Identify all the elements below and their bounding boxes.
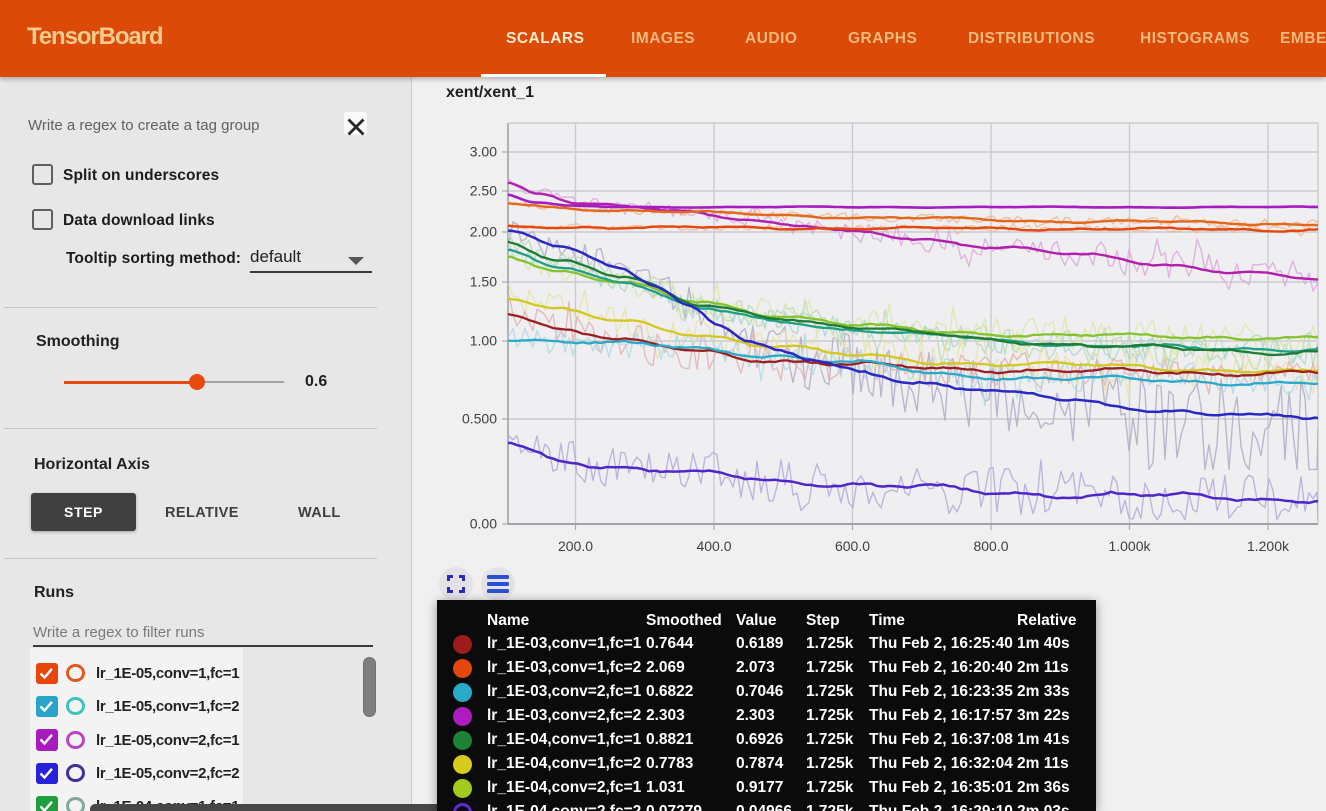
svg-text:2.00: 2.00 bbox=[470, 224, 497, 240]
svg-text:800.0: 800.0 bbox=[973, 538, 1008, 554]
svg-text:600.0: 600.0 bbox=[835, 538, 870, 554]
svg-text:400.0: 400.0 bbox=[696, 538, 731, 554]
svg-text:0.500: 0.500 bbox=[462, 411, 497, 427]
svg-text:200.0: 200.0 bbox=[558, 538, 593, 554]
svg-text:3.00: 3.00 bbox=[470, 144, 497, 160]
svg-text:0.00: 0.00 bbox=[470, 516, 497, 532]
svg-text:2.50: 2.50 bbox=[470, 183, 497, 199]
svg-text:1.00: 1.00 bbox=[470, 333, 497, 349]
svg-text:1.50: 1.50 bbox=[470, 274, 497, 290]
svg-text:1.200k: 1.200k bbox=[1247, 538, 1290, 554]
svg-text:1.000k: 1.000k bbox=[1108, 538, 1151, 554]
